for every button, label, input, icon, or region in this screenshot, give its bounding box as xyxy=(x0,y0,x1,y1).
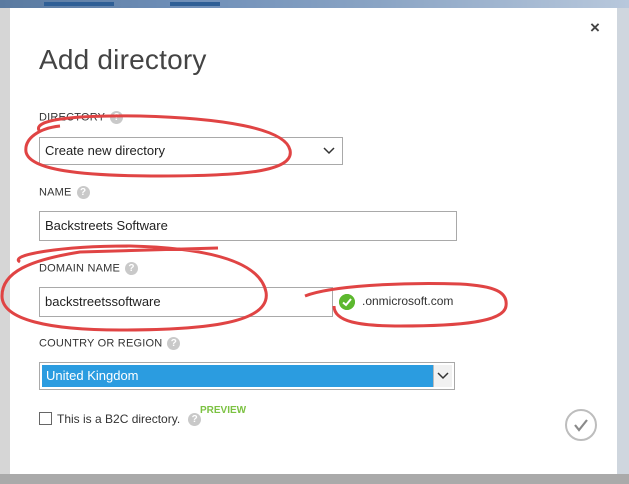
chevron-down-icon xyxy=(323,147,335,155)
name-input-value: Backstreets Software xyxy=(45,218,168,233)
directory-label: DIRECTORY? xyxy=(39,111,124,124)
close-icon[interactable]: × xyxy=(590,18,600,38)
background-left-edge xyxy=(0,8,10,474)
country-label-text: COUNTRY OR REGION xyxy=(39,337,163,350)
background-bottom-strip xyxy=(0,474,629,484)
country-label: COUNTRY OR REGION? xyxy=(39,337,181,350)
country-select-highlight: United Kingdom xyxy=(42,365,452,387)
add-directory-dialog: × Add directory DIRECTORY? Create new di… xyxy=(10,8,617,474)
dialog-title: Add directory xyxy=(39,44,207,75)
confirm-button[interactable] xyxy=(565,409,597,441)
background-top-bar xyxy=(0,0,629,8)
name-label-text: NAME xyxy=(39,186,72,199)
b2c-label-text: This is a B2C directory. xyxy=(57,412,181,426)
check-circle-icon xyxy=(339,294,355,310)
help-icon[interactable]: ? xyxy=(76,186,90,199)
background-tab xyxy=(170,2,220,6)
help-icon[interactable]: ? xyxy=(110,111,124,124)
background-tab xyxy=(44,2,114,6)
directory-select[interactable]: Create new directory xyxy=(39,137,343,165)
background-right-edge xyxy=(617,8,629,474)
domain-suffix: .onmicrosoft.com xyxy=(362,294,454,308)
name-label: NAME? xyxy=(39,186,90,199)
help-icon[interactable]: ? xyxy=(125,262,139,275)
preview-badge: PREVIEW xyxy=(200,405,247,416)
domain-name-label-text: DOMAIN NAME xyxy=(39,262,121,275)
b2c-checkbox[interactable] xyxy=(39,412,52,425)
domain-name-input-value: backstreetssoftware xyxy=(45,294,161,309)
directory-label-text: DIRECTORY xyxy=(39,111,106,124)
directory-select-value: Create new directory xyxy=(45,143,165,158)
domain-name-input[interactable]: backstreetssoftware xyxy=(39,287,333,317)
b2c-label: This is a B2C directory.? xyxy=(57,412,202,427)
name-input[interactable]: Backstreets Software xyxy=(39,211,457,241)
country-select-value: United Kingdom xyxy=(46,368,139,383)
country-select[interactable]: United Kingdom xyxy=(39,362,455,390)
help-icon[interactable]: ? xyxy=(167,337,181,350)
dropdown-button[interactable] xyxy=(433,365,452,387)
chevron-down-icon xyxy=(437,372,449,380)
checkmark-icon xyxy=(574,419,588,432)
domain-name-label: DOMAIN NAME? xyxy=(39,262,139,275)
